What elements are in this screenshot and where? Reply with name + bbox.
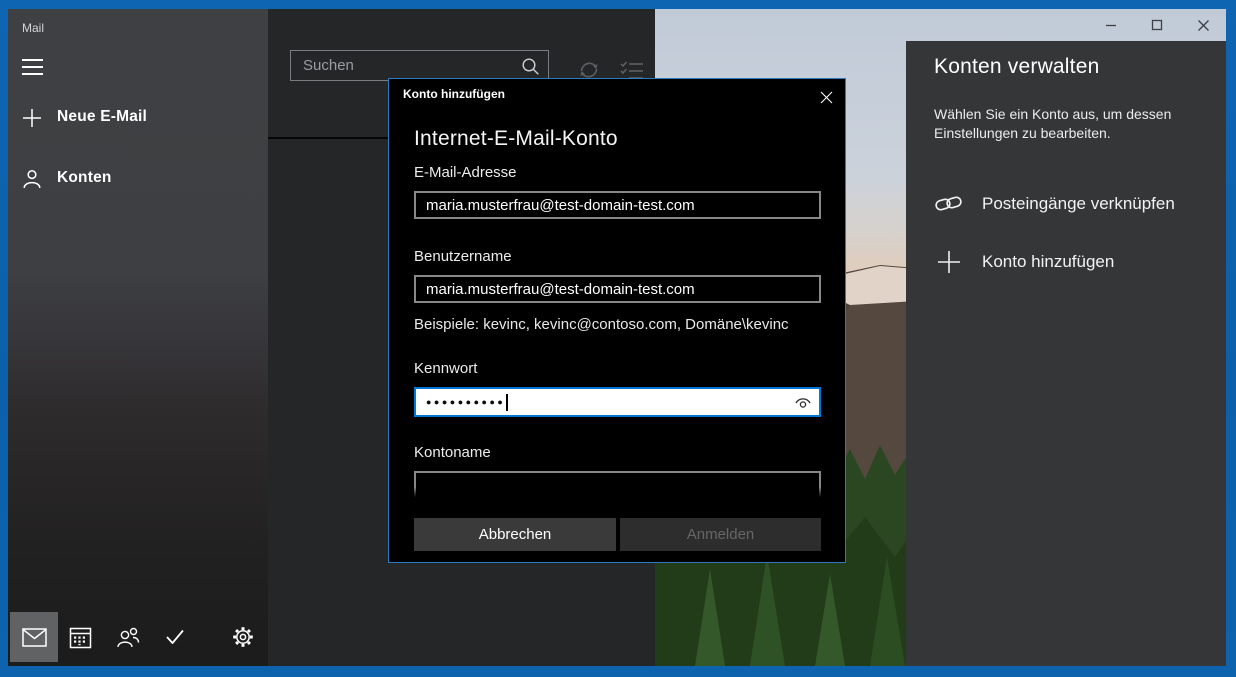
new-email-label: Neue E-Mail — [57, 108, 147, 126]
add-account-action[interactable]: Konto hinzufügen — [934, 245, 1216, 279]
link-icon — [934, 190, 964, 218]
navigation-sidebar: Mail Neue E-Mail Konten — [8, 9, 268, 666]
window-controls — [1088, 9, 1226, 41]
dialog-title: Konto hinzufügen — [403, 87, 505, 101]
close-window-button[interactable] — [1180, 9, 1226, 41]
mail-icon — [22, 628, 47, 647]
accounts-button[interactable]: Konten — [8, 167, 268, 197]
accounts-label: Konten — [57, 169, 112, 187]
dialog-close-button[interactable] — [813, 85, 839, 109]
scroll-fade — [413, 487, 822, 499]
manage-accounts-panel: Konten verwalten Wählen Sie ein Konto au… — [906, 41, 1226, 666]
add-account-label: Konto hinzufügen — [982, 252, 1114, 272]
plus-icon — [934, 248, 964, 276]
person-icon — [22, 169, 42, 189]
username-hint: Beispiele: kevinc, kevinc@contoso.com, D… — [414, 316, 789, 333]
mail-app-window: Konten verwalten Wählen Sie ein Konto au… — [8, 9, 1226, 666]
close-icon — [1197, 19, 1210, 32]
hamburger-menu-button[interactable] — [22, 58, 44, 76]
email-label: E-Mail-Adresse — [414, 164, 517, 181]
link-inboxes-label: Posteingänge verknüpfen — [982, 194, 1175, 214]
username-field[interactable] — [414, 275, 821, 303]
nav-settings[interactable] — [221, 612, 265, 662]
cancel-button[interactable]: Abbrechen — [414, 518, 616, 551]
search-box — [290, 50, 549, 81]
minimize-icon — [1105, 19, 1117, 31]
reveal-eye-icon — [793, 393, 813, 411]
nav-mail[interactable] — [10, 612, 58, 662]
link-inboxes-action[interactable]: Posteingänge verknüpfen — [934, 187, 1216, 221]
plus-icon — [22, 108, 42, 128]
password-label: Kennwort — [414, 360, 477, 377]
new-email-button[interactable]: Neue E-Mail — [8, 106, 268, 136]
password-masked-value: ●●●●●●●●●● — [416, 397, 505, 407]
search-icon — [521, 57, 540, 76]
close-icon — [820, 91, 833, 104]
nav-todo[interactable] — [153, 612, 197, 662]
nav-people[interactable] — [106, 612, 150, 662]
panel-title: Konten verwalten — [934, 55, 1099, 79]
text-caret — [506, 394, 508, 411]
maximize-button[interactable] — [1134, 9, 1180, 41]
minimize-button[interactable] — [1088, 9, 1134, 41]
hamburger-icon — [22, 59, 43, 61]
people-icon — [116, 627, 140, 648]
calendar-icon — [69, 626, 92, 649]
nav-calendar[interactable] — [58, 612, 102, 662]
search-input[interactable] — [291, 51, 548, 80]
todo-check-icon — [163, 627, 187, 647]
maximize-icon — [1151, 19, 1163, 31]
email-field[interactable] — [414, 191, 821, 219]
username-label: Benutzername — [414, 248, 512, 265]
add-account-dialog: Konto hinzufügen Internet-E-Mail-Konto E… — [388, 78, 846, 563]
panel-description: Wählen Sie ein Konto aus, um dessen Eins… — [934, 105, 1186, 143]
password-field[interactable]: ●●●●●●●●●● — [414, 387, 821, 417]
reveal-password-button[interactable] — [793, 393, 813, 411]
account-name-label: Kontoname — [414, 444, 491, 461]
sign-in-button[interactable]: Anmelden — [620, 518, 821, 551]
settings-gear-icon — [231, 625, 255, 649]
dialog-heading: Internet-E-Mail-Konto — [414, 127, 618, 151]
app-title: Mail — [22, 21, 44, 35]
